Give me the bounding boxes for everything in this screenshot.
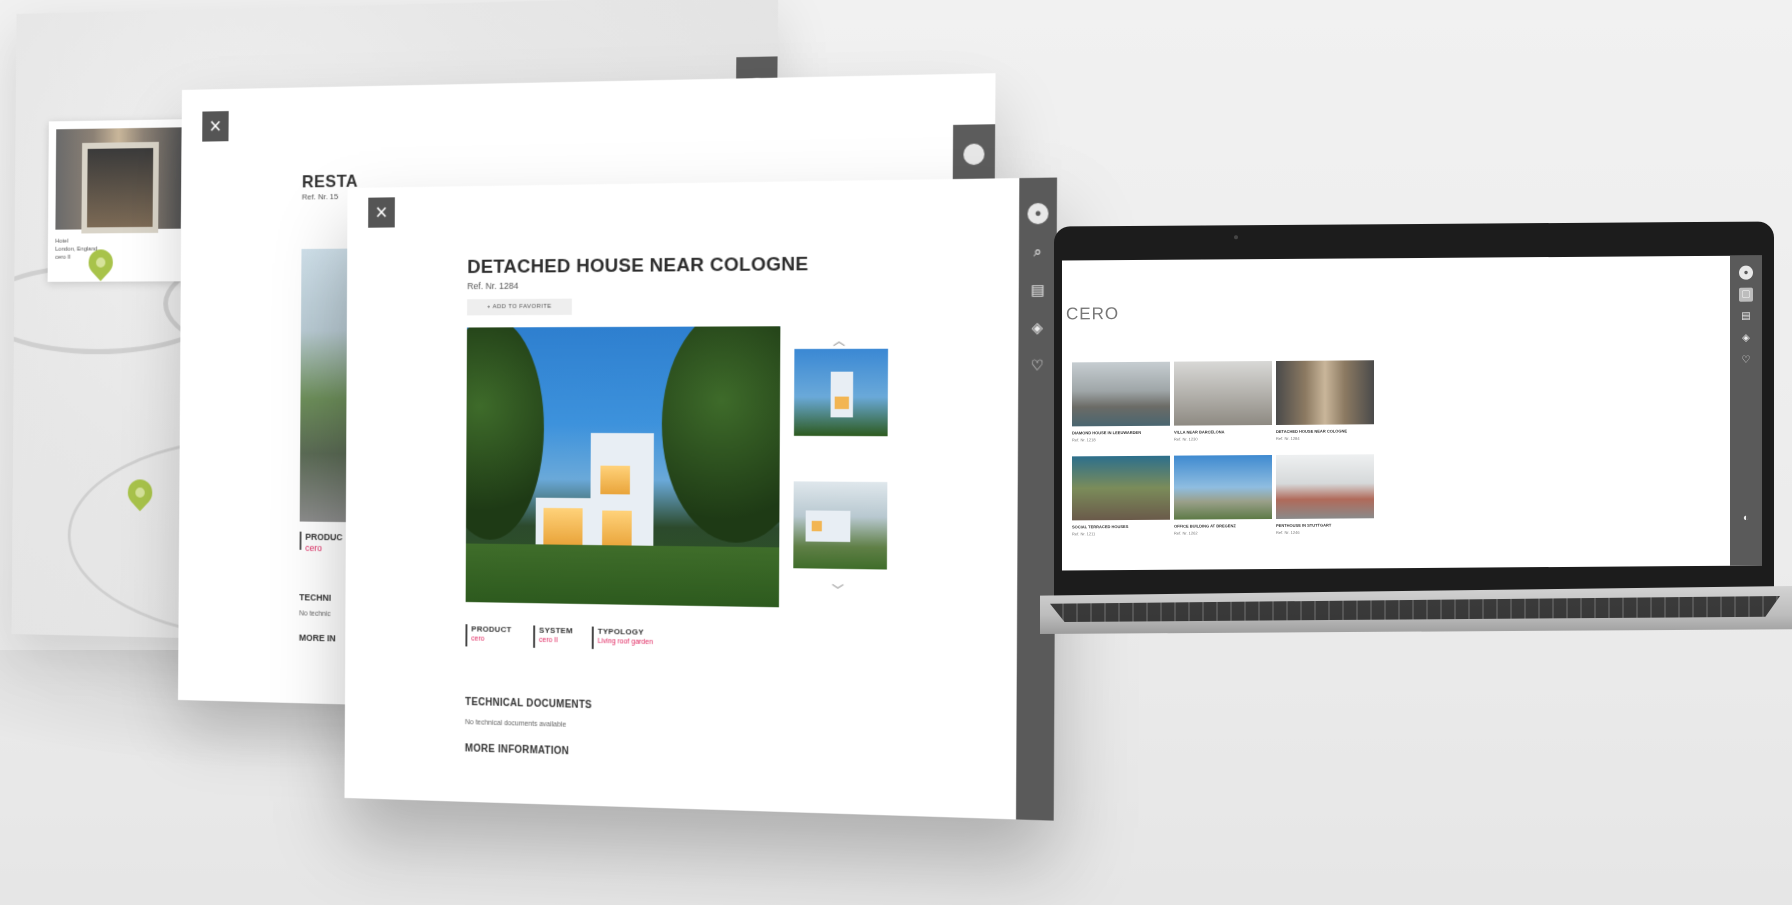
tile-caption: SOCIAL TERRACED HOUSES: [1072, 524, 1128, 529]
photo-lawn: [466, 543, 780, 607]
product-value: cero: [305, 543, 322, 553]
attribute-value[interactable]: Living roof garden: [598, 638, 653, 646]
tile-ref: Ref. Nr. 1262: [1174, 531, 1198, 536]
product-label: PRODUC: [305, 532, 342, 543]
user-icon[interactable]: ●: [1027, 203, 1048, 224]
tile-caption: VILLA NEAR BARCELONA: [1174, 429, 1225, 434]
tile-caption: DIAMOND HOUSE IN LEEUWARDEN: [1072, 430, 1141, 435]
photo-tree: [661, 326, 780, 543]
project-tile[interactable]: [1072, 362, 1170, 427]
project-tile[interactable]: [1174, 361, 1272, 426]
close-button[interactable]: ×: [202, 111, 228, 142]
photo-window: [602, 511, 632, 548]
tile-ref: Ref. Nr. 1211: [1072, 531, 1095, 536]
attribute-label: TYPOLOGY: [598, 627, 644, 637]
attribute-value[interactable]: cero: [471, 635, 484, 642]
page-title: DETACHED HOUSE NEAR COLOGNE: [467, 254, 808, 279]
reference-number: Ref. Nr. 1284: [467, 281, 518, 291]
laptop-lid: CERO DIAMOND HOUSE IN LEEUWARDEN Ref. Nr…: [1054, 221, 1774, 596]
chevron-down-icon[interactable]: ﹀: [832, 581, 844, 599]
gallery-thumbnail[interactable]: [793, 481, 887, 569]
laptop-display: CERO DIAMOND HOUSE IN LEEUWARDEN Ref. Nr…: [1062, 256, 1762, 571]
photo-window: [543, 508, 582, 545]
gallery-thumbnail[interactable]: [794, 349, 888, 436]
attribute-label: PRODUCT: [471, 624, 511, 634]
tech-text: No technic: [299, 610, 331, 618]
building-icon[interactable]: ▤: [1739, 310, 1753, 324]
add-to-favorite-button[interactable]: + ADD TO FAVORITE: [467, 299, 572, 316]
reference-number: Ref. Nr. 15: [302, 192, 339, 202]
project-tile[interactable]: [1174, 455, 1272, 520]
tech-title: TECHNI: [299, 592, 331, 603]
mockup-stage: Hotel London, England cero II × RESTA Re…: [0, 0, 1792, 905]
project-tile[interactable]: [1072, 456, 1170, 521]
front-project-screen: × DETACHED HOUSE NEAR COLOGNE Ref. Nr. 1…: [344, 178, 1057, 821]
grid-icon[interactable]: ▢: [1739, 288, 1753, 302]
user-icon[interactable]: [963, 144, 984, 166]
technical-documents-title: TECHNICAL DOCUMENTS: [465, 697, 592, 711]
more-information-link[interactable]: MORE INFORMATION: [465, 743, 569, 757]
attribute-accent: [300, 532, 302, 550]
cube-icon[interactable]: ◈: [1739, 332, 1753, 346]
tile-caption: PENTHOUSE IN STUTTGART: [1276, 523, 1331, 528]
tile-caption: DETACHED HOUSE NEAR COLOGNE: [1276, 428, 1347, 433]
tile-ref: Ref. Nr. 1284: [1276, 436, 1300, 441]
info-icon[interactable]: ◐: [1739, 512, 1753, 526]
project-tile[interactable]: [1276, 360, 1374, 425]
map-project-card[interactable]: Hotel London, England cero II: [48, 119, 190, 282]
laptop-device: CERO DIAMOND HOUSE IN LEEUWARDEN Ref. Nr…: [1040, 224, 1792, 664]
attribute-label: SYSTEM: [539, 626, 573, 636]
tile-ref: Ref. Nr. 1230: [1174, 437, 1198, 442]
project-tile[interactable]: [1276, 454, 1374, 519]
more-title[interactable]: MORE IN: [299, 633, 336, 644]
main-project-photo[interactable]: [466, 326, 781, 607]
brand-title: CERO: [1066, 304, 1119, 324]
tile-ref: Ref. Nr. 1218: [1072, 437, 1096, 442]
card-system: cero II: [48, 253, 188, 262]
tile-ref: Ref. Nr. 1246: [1276, 530, 1300, 535]
camera-dot: [1234, 235, 1238, 239]
laptop-sidebar: ● ▢ ▤ ◈ ♡ ◐: [1730, 256, 1762, 566]
photo-tree: [466, 326, 545, 540]
heart-icon[interactable]: ♡: [1739, 354, 1753, 368]
project-photo: [55, 127, 181, 229]
chevron-up-icon[interactable]: ︿: [833, 332, 845, 350]
technical-documents-text: No technical documents available: [465, 719, 566, 729]
user-icon[interactable]: ●: [1739, 266, 1753, 280]
close-button[interactable]: ×: [368, 197, 395, 227]
tile-caption: OFFICE BUILDING AT BREGENZ: [1174, 523, 1236, 528]
attribute-value[interactable]: cero II: [539, 637, 558, 644]
photo-window: [600, 466, 630, 495]
